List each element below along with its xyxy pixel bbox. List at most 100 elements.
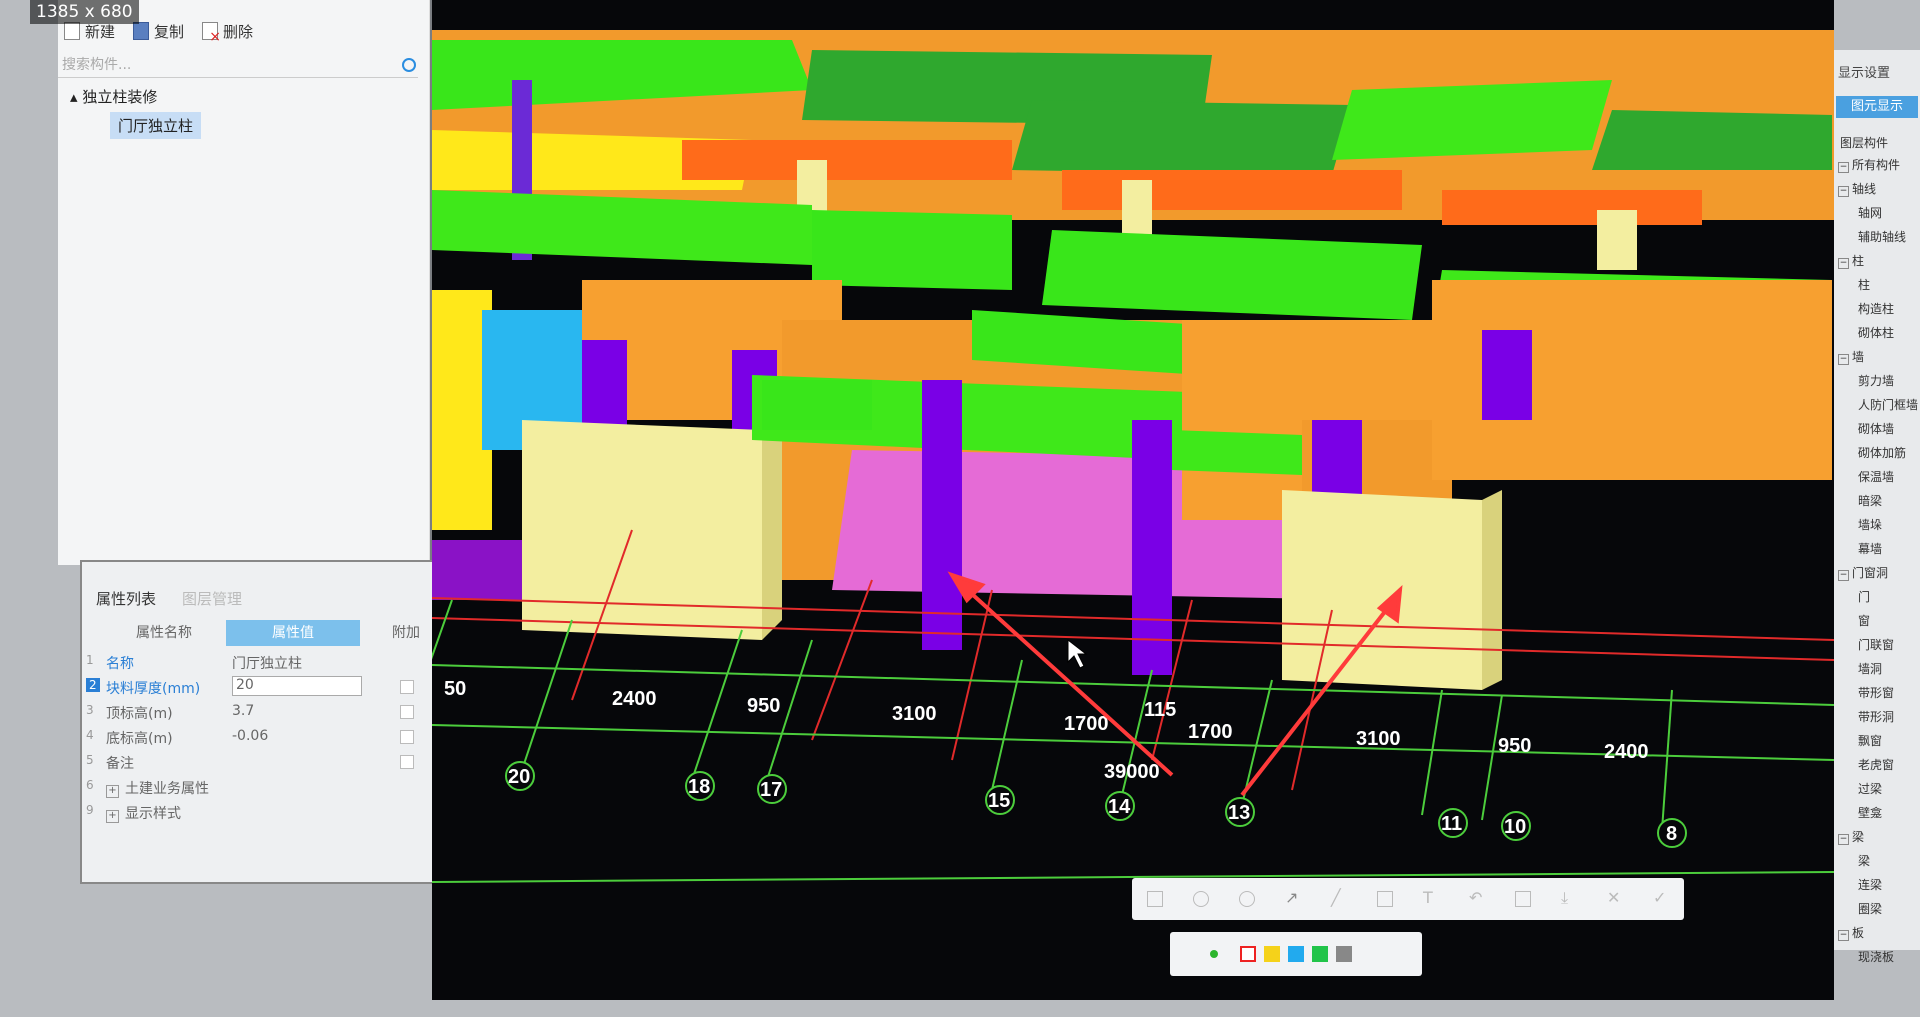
dimension-label: 2400 — [612, 688, 657, 710]
thickness-field[interactable]: 20 — [232, 676, 362, 696]
display-item[interactable]: − 梁 — [1838, 828, 1864, 845]
display-item[interactable]: 墙垛 — [1858, 516, 1882, 533]
display-item-label: 梁 — [1858, 854, 1871, 868]
prop-row-remark[interactable]: 5 备注 — [82, 750, 442, 775]
display-item[interactable]: − 板 — [1838, 924, 1864, 941]
green-beam — [762, 380, 872, 430]
display-item[interactable]: 带形窗 — [1858, 684, 1894, 701]
expand-icon[interactable]: + — [106, 785, 119, 798]
brush-size-icon[interactable] — [1210, 950, 1218, 958]
save-icon[interactable]: ⤓ — [1561, 890, 1577, 907]
collapse-icon[interactable]: − — [1838, 162, 1849, 173]
extra-checkbox[interactable] — [400, 705, 414, 719]
prop-row-thickness[interactable]: 2 块料厚度(mm) 20 — [82, 675, 442, 700]
pen-tool-icon[interactable]: ╱ — [1331, 890, 1347, 907]
color-swatch-red[interactable] — [1240, 946, 1256, 962]
lobby-column-left[interactable] — [922, 380, 962, 650]
color-swatch-yellow[interactable] — [1264, 946, 1280, 962]
column — [1312, 420, 1362, 500]
display-item[interactable]: 柱 — [1858, 276, 1870, 293]
display-item[interactable]: 门联窗 — [1858, 636, 1894, 653]
close-icon[interactable]: ✕ — [1607, 890, 1623, 907]
display-item[interactable]: 梁 — [1858, 852, 1870, 869]
display-item[interactable]: 连梁 — [1858, 876, 1882, 893]
tree-group-item[interactable]: ▴ 独立柱装修 — [70, 86, 157, 107]
display-item[interactable]: 保温墙 — [1858, 468, 1894, 485]
rectangle-tool-icon[interactable] — [1147, 891, 1163, 907]
display-item[interactable]: 老虎窗 — [1858, 756, 1894, 773]
display-item[interactable]: 构造柱 — [1858, 300, 1894, 317]
undo-icon[interactable]: ↶ — [1469, 890, 1485, 907]
property-panel: 属性列表 图层管理 属性名称 属性值 附加 1 名称 门厅独立柱 2 块料厚度(… — [80, 560, 444, 884]
text-tool-icon[interactable]: T — [1423, 890, 1439, 907]
dimension-label: 950 — [747, 695, 780, 717]
display-item[interactable]: 壁龛 — [1858, 804, 1882, 821]
delete-label: 删除 — [223, 22, 254, 41]
display-item[interactable]: − 墙 — [1838, 348, 1864, 365]
display-item-label: 带形窗 — [1858, 686, 1895, 700]
display-item-label: 过梁 — [1858, 782, 1883, 796]
display-item[interactable]: 砌体墙 — [1858, 420, 1894, 437]
color-swatch-blue[interactable] — [1288, 946, 1304, 962]
header-extra: 附加 — [392, 625, 420, 641]
display-item[interactable]: − 门窗洞 — [1838, 564, 1888, 581]
display-item[interactable]: − 柱 — [1838, 252, 1864, 269]
display-item[interactable]: 砌体加筋 — [1858, 444, 1906, 461]
extra-checkbox[interactable] — [400, 680, 414, 694]
lobby-column-right[interactable] — [1132, 420, 1172, 675]
display-item-label: 连梁 — [1858, 878, 1883, 892]
search-icon[interactable] — [402, 58, 416, 72]
prop-row-civil-group[interactable]: 6 + 土建业务属性 — [82, 775, 442, 800]
axis-number: 17 — [760, 779, 782, 801]
display-item[interactable]: 幕墙 — [1858, 540, 1882, 557]
arrow-tool-icon[interactable]: ↗ — [1285, 890, 1301, 907]
highlight-tool-icon[interactable] — [1377, 891, 1393, 907]
tab-property-list[interactable]: 属性列表 — [96, 588, 156, 609]
delete-button[interactable]: 删除 — [202, 21, 254, 45]
expand-icon[interactable]: + — [106, 810, 119, 823]
display-item[interactable]: 剪力墙 — [1858, 372, 1894, 389]
display-item[interactable]: − 所有构件 — [1838, 156, 1900, 173]
collapse-icon[interactable]: − — [1838, 834, 1849, 845]
color-swatch-gray[interactable] — [1336, 946, 1352, 962]
collapse-icon[interactable]: − — [1838, 930, 1849, 941]
display-item[interactable]: 门 — [1858, 588, 1870, 605]
tab-layer-components[interactable]: 图层构件 — [1840, 134, 1888, 151]
display-item[interactable]: 辅助轴线 — [1858, 228, 1906, 245]
display-item[interactable]: 暗梁 — [1858, 492, 1882, 509]
prop-row-bottom-elev[interactable]: 4 底标高(m) -0.06 — [82, 725, 442, 750]
collapse-icon[interactable]: − — [1838, 186, 1849, 197]
mosaic-tool-icon[interactable] — [1239, 891, 1255, 907]
prop-row-display-group[interactable]: 9 + 显示样式 — [82, 800, 442, 825]
display-item[interactable]: 圈梁 — [1858, 900, 1882, 917]
collapse-icon[interactable]: − — [1838, 258, 1849, 269]
display-item[interactable]: 带形洞 — [1858, 708, 1894, 725]
display-item[interactable]: − 轴线 — [1838, 180, 1876, 197]
green-beam — [812, 210, 1012, 290]
ellipse-tool-icon[interactable] — [1193, 891, 1209, 907]
display-item[interactable]: 人防门框墙 — [1858, 396, 1918, 413]
tab-layer-manage[interactable]: 图层管理 — [182, 588, 242, 609]
extra-checkbox[interactable] — [400, 730, 414, 744]
3d-viewport[interactable]: 50 2400 950 3100 1700 115 1700 3100 950 … — [432, 0, 1834, 1000]
collapse-icon[interactable]: − — [1838, 354, 1849, 365]
display-item[interactable]: 砌体柱 — [1858, 324, 1894, 341]
search-input[interactable]: 搜索构件... — [58, 54, 418, 78]
display-item[interactable]: 飘窗 — [1858, 732, 1882, 749]
extra-checkbox[interactable] — [400, 755, 414, 769]
prop-row-top-elev[interactable]: 3 顶标高(m) 3.7 — [82, 700, 442, 725]
display-item[interactable]: 过梁 — [1858, 780, 1882, 797]
tree-selected-item[interactable]: 门厅独立柱 — [110, 112, 202, 139]
tab-element-display[interactable]: 图元显示 — [1836, 96, 1918, 118]
display-item[interactable]: 轴网 — [1858, 204, 1882, 221]
display-item[interactable]: 窗 — [1858, 612, 1870, 629]
header-name: 属性名称 — [136, 625, 192, 641]
color-swatch-green[interactable] — [1312, 946, 1328, 962]
copy-button[interactable]: 复制 — [133, 21, 184, 42]
collapse-icon[interactable]: − — [1838, 570, 1849, 581]
share-icon[interactable] — [1515, 891, 1531, 907]
display-item[interactable]: 现浇板 — [1858, 948, 1894, 965]
prop-row-name[interactable]: 1 名称 门厅独立柱 — [82, 650, 442, 675]
display-item[interactable]: 墙洞 — [1858, 660, 1882, 677]
confirm-icon[interactable]: ✓ — [1653, 890, 1669, 907]
